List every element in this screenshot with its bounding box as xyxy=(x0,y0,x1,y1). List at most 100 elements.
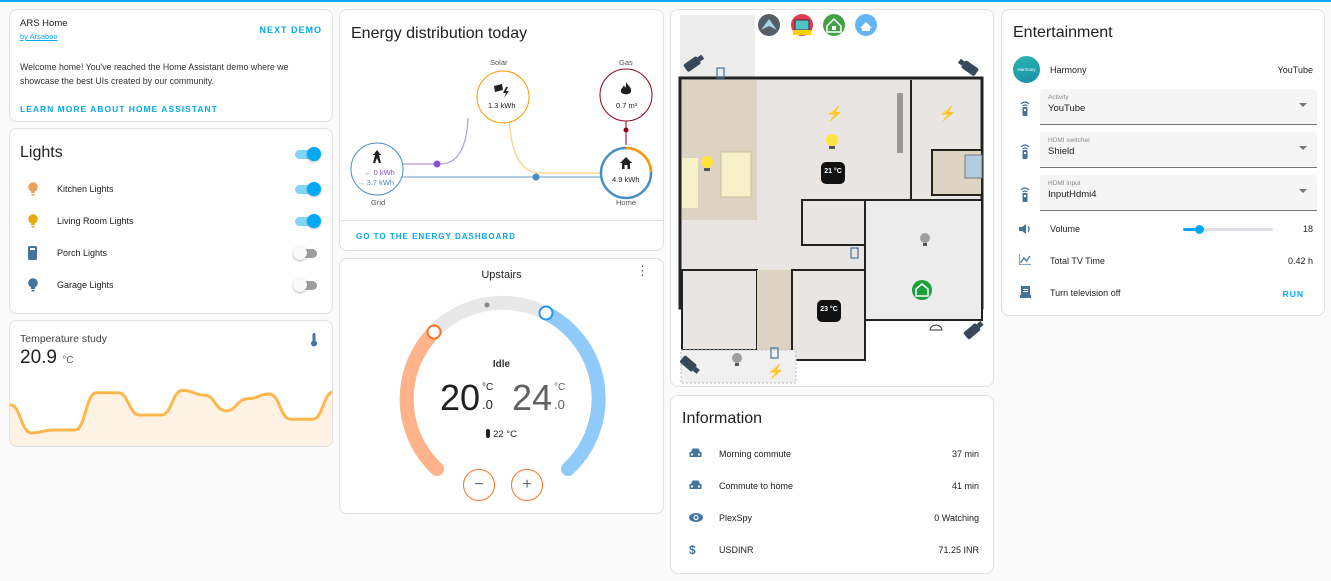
information-value: 0 Watching xyxy=(934,513,979,523)
volume-slider[interactable] xyxy=(1183,225,1273,234)
grid-home-flow-dot xyxy=(532,173,540,181)
thermometer-icon xyxy=(311,333,317,347)
solar-grid-flow-dot xyxy=(433,160,441,168)
author-link[interactable]: by Arsaboo xyxy=(20,32,58,41)
information-row[interactable]: Commute to home 41 min xyxy=(683,476,979,496)
lamp-switch-icon[interactable] xyxy=(28,246,37,265)
energy-dashboard-link[interactable]: GO TO THE ENERGY DASHBOARD xyxy=(356,232,516,241)
information-card: Information Morning commute 37 min Commu… xyxy=(670,395,994,574)
lights-title: Lights xyxy=(20,144,63,161)
information-value: 37 min xyxy=(951,449,979,459)
welcome-text-line2: showcase the best UIs created by our com… xyxy=(20,76,214,86)
select-hdmi-input[interactable]: HDMI input InputHdmi4 xyxy=(1040,175,1317,211)
temperature-number: 20.9 xyxy=(20,347,57,368)
gas-home-flow-dot xyxy=(623,127,629,133)
entertainment-title: Entertainment xyxy=(1013,24,1113,41)
next-demo-button[interactable]: NEXT DEMO xyxy=(259,25,322,35)
gas-value: 0.7 m³ xyxy=(616,101,638,110)
motion-sensor-icon-living: ⚡ xyxy=(826,105,843,122)
light-on-icon-living xyxy=(826,134,838,146)
thermostat-card: Upstairs ⋮ Idle 20 °C .0 24 °C .0 22 °C … xyxy=(339,258,664,514)
temperature-title: Temperature study xyxy=(20,333,107,345)
information-row[interactable]: $ USDINR 71.25 INR xyxy=(683,540,979,560)
information-name: Commute to home xyxy=(719,481,794,491)
gas-circle xyxy=(599,68,653,122)
high-setpoint-decimal: .0 xyxy=(554,397,565,412)
decrease-button[interactable]: − xyxy=(463,469,495,501)
harmony-avatar[interactable]: Harmony xyxy=(1013,56,1040,83)
doorbell-icon xyxy=(929,324,943,331)
light-toggle[interactable] xyxy=(295,182,321,196)
information-value: 41 min xyxy=(951,481,979,491)
volume-slider-thumb[interactable] xyxy=(1195,225,1205,234)
light-off-icon-patio xyxy=(732,353,742,363)
lightbulb-icon[interactable] xyxy=(28,214,38,233)
light-off-icon-garage xyxy=(920,233,930,243)
solar-to-grid-line xyxy=(402,117,469,165)
volume-label: Volume xyxy=(1050,224,1081,234)
remote-icon xyxy=(1020,187,1030,202)
remote-icon xyxy=(1020,144,1030,159)
solar-circle xyxy=(476,70,530,124)
light-row: Porch Lights xyxy=(10,245,332,261)
select-activity[interactable]: Activity YouTube xyxy=(1040,89,1317,125)
light-toggle[interactable] xyxy=(293,278,319,292)
energy-card: Energy distribution today Solar 1.3 kWh … xyxy=(339,9,664,251)
hallway xyxy=(757,270,792,350)
information-row[interactable]: PlexSpy 0 Watching xyxy=(683,508,979,528)
chevron-down-icon xyxy=(1299,103,1307,107)
lower-left-room xyxy=(681,269,758,351)
thermostat-living-readout[interactable]: 21 °C xyxy=(821,168,845,175)
garage-door-icon xyxy=(912,280,932,300)
floorplan-image[interactable]: ⚡ ⚡ ⚡ xyxy=(671,10,994,387)
heat-range-arc xyxy=(399,325,444,476)
grid-in-value: ← 0 kWh xyxy=(364,168,395,177)
lightbulb-icon[interactable] xyxy=(28,278,38,297)
information-name: Morning commute xyxy=(719,449,792,459)
gas-label: Gas xyxy=(619,58,633,67)
shower xyxy=(964,154,983,179)
home-value: 4.9 kWh xyxy=(612,175,640,184)
low-setpoint-unit: °C xyxy=(482,382,494,393)
select-value: InputHdmi4 xyxy=(1048,189,1097,200)
select-label: HDMI switcher xyxy=(1048,137,1091,144)
harmony-name[interactable]: Harmony xyxy=(1050,65,1087,75)
information-row[interactable]: Morning commute 37 min xyxy=(683,444,979,464)
light-row: Kitchen Lights xyxy=(10,181,332,197)
low-setpoint-value: 20 xyxy=(440,377,481,418)
car-icon xyxy=(689,480,702,492)
select-value: YouTube xyxy=(1048,103,1086,114)
low-setpoint-decimal: .0 xyxy=(482,397,493,412)
temperature-unit: °C xyxy=(62,355,74,366)
temperature-value: 20.9 °C xyxy=(20,347,74,369)
high-setpoint[interactable]: 24 °C .0 xyxy=(512,377,565,419)
grid-out-value: → 3.7 kWh xyxy=(357,178,395,187)
light-name[interactable]: Porch Lights xyxy=(57,248,107,258)
tv-time-value: 0.42 h xyxy=(1287,256,1313,266)
increase-button[interactable]: + xyxy=(511,469,543,501)
thermostat-title: Upstairs xyxy=(481,269,522,281)
lights-master-toggle[interactable] xyxy=(295,147,321,161)
home-label: Home xyxy=(616,198,637,207)
chart-line-icon xyxy=(1019,254,1031,265)
minus-icon: − xyxy=(474,476,484,493)
light-name[interactable]: Living Room Lights xyxy=(57,216,134,226)
currency-usd-icon: $ xyxy=(689,543,696,557)
light-name[interactable]: Garage Lights xyxy=(57,280,114,290)
more-options-button[interactable]: ⋮ xyxy=(636,264,649,277)
light-toggle[interactable] xyxy=(295,214,321,228)
chevron-down-icon xyxy=(1299,189,1307,193)
light-name[interactable]: Kitchen Lights xyxy=(57,184,114,194)
learn-more-link[interactable]: LEARN MORE ABOUT HOME ASSISTANT xyxy=(20,104,218,114)
plus-icon: + xyxy=(522,476,532,493)
car-icon xyxy=(689,448,702,460)
energy-divider xyxy=(340,220,663,221)
low-setpoint[interactable]: 20 °C .0 xyxy=(440,377,493,419)
garage xyxy=(864,199,983,321)
run-script-button[interactable]: RUN xyxy=(1283,289,1304,299)
thermostat-bedroom-readout[interactable]: 23 °C xyxy=(817,306,841,313)
light-toggle[interactable] xyxy=(293,246,319,260)
select-hdmi-switcher[interactable]: HDMI switcher Shield xyxy=(1040,132,1317,168)
motion-sensor-icon-bedroom: ⚡ xyxy=(939,105,956,122)
lightbulb-icon[interactable] xyxy=(28,182,38,201)
